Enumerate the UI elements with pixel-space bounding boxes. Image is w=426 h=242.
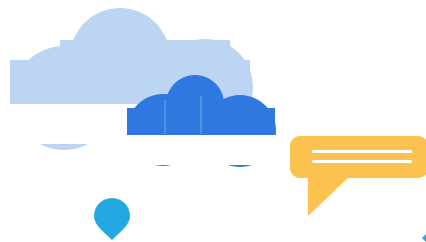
illustration-svg bbox=[0, 8, 426, 242]
location-pin-icon bbox=[94, 198, 130, 240]
small-cloud-baseline-mask bbox=[100, 135, 300, 165]
chat-bubble-body bbox=[290, 136, 426, 178]
chat-bubble-tail bbox=[308, 176, 350, 216]
chat-bubble-icon bbox=[290, 136, 426, 216]
chat-bubble-line bbox=[312, 150, 412, 153]
chat-bubble-line bbox=[312, 160, 412, 163]
illustration-canvas bbox=[0, 0, 426, 242]
corner-accent-icon bbox=[422, 234, 426, 242]
